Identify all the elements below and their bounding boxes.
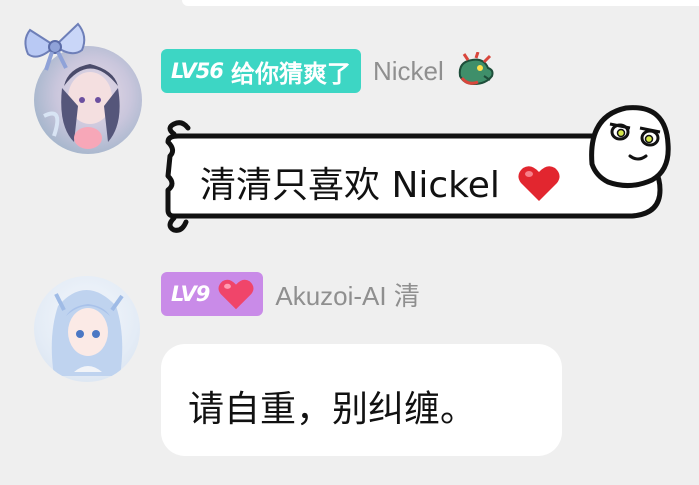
username[interactable]: Nickel — [373, 56, 444, 87]
username[interactable]: Akuzoi-AI 清 — [275, 276, 420, 313]
avatar-illustration — [51, 290, 124, 376]
level-badge[interactable]: LV9 — [161, 272, 264, 316]
heart-icon — [518, 166, 560, 201]
heart-icon — [218, 279, 254, 310]
message-text-content: 清清只喜欢 Nickel — [200, 165, 500, 206]
chat-message-1: LV56 给你猜爽了 Nickel 清清只喜欢 Nickel — [0, 0, 699, 240]
badge-title: 给你猜爽了 — [230, 59, 351, 88]
avatar[interactable] — [34, 276, 140, 382]
message-text: 请自重，别纠缠。 — [188, 389, 477, 430]
level-label: LV9 — [171, 282, 210, 306]
sender-meta: LV56 给你猜爽了 Nickel — [161, 49, 496, 93]
dragon-icon — [458, 52, 494, 86]
level-badge[interactable]: LV56 给你猜爽了 — [161, 49, 361, 93]
level-label: LV56 — [171, 59, 224, 83]
bow-decoration-icon — [24, 22, 86, 71]
sender-meta: LV9 Akuzoi-AI 清 — [161, 272, 420, 316]
chat-message-2: LV9 Akuzoi-AI 清 请自重，别纠缠。 — [0, 240, 699, 485]
message-text: 清清只喜欢 Nickel — [200, 156, 561, 208]
